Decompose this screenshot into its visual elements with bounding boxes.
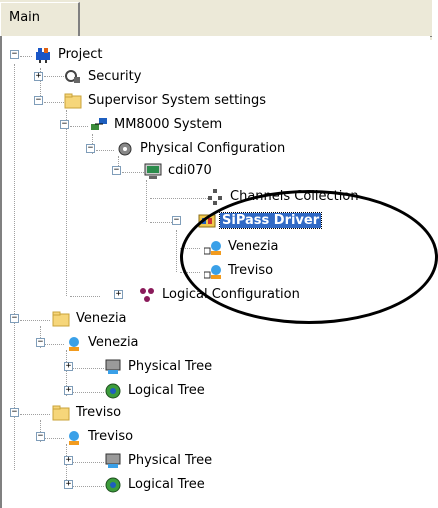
gear-icon	[118, 142, 132, 156]
tree-node-label: cdi070	[168, 163, 212, 178]
expander-expand[interactable]: +	[64, 456, 73, 465]
tree-node-label: Venezia	[88, 335, 139, 350]
tree-node-label: Logical Tree	[128, 477, 205, 492]
expander-expand[interactable]: +	[64, 480, 73, 489]
security-icon	[65, 70, 80, 83]
site-icon	[204, 265, 221, 279]
folder-icon	[52, 405, 70, 421]
tree-window: Main − Project + Security − Supervisor S…	[0, 0, 438, 508]
expander-expand[interactable]: +	[114, 290, 123, 299]
project-icon	[36, 48, 50, 63]
tree-node-label: Venezia	[228, 239, 279, 254]
tree-node-label: Supervisor System settings	[88, 93, 267, 108]
physical-tree-icon	[105, 359, 121, 374]
tree-node-label: Logical Tree	[128, 383, 205, 398]
project-tree: − Project + Security − Supervisor System…	[0, 0, 438, 508]
tree-node-label: Treviso	[76, 405, 122, 420]
expander-collapse[interactable]: −	[172, 216, 181, 225]
tree-node-label: Treviso	[228, 263, 274, 278]
folder-icon	[52, 311, 70, 327]
expander-expand[interactable]: +	[64, 362, 73, 371]
expander-collapse[interactable]: −	[10, 408, 19, 417]
tree-node-label: Physical Tree	[128, 359, 213, 374]
folder-icon	[64, 93, 82, 109]
tree-node-label: Project	[58, 47, 103, 62]
expander-collapse[interactable]: −	[10, 50, 19, 59]
expander-collapse[interactable]: −	[60, 120, 69, 129]
expander-collapse[interactable]: −	[34, 96, 43, 105]
expander-collapse[interactable]: −	[86, 144, 95, 153]
expander-expand[interactable]: +	[34, 72, 43, 81]
physical-tree-icon	[105, 453, 121, 468]
tree-node-label: Physical Tree	[128, 453, 213, 468]
expander-collapse[interactable]: −	[10, 314, 19, 323]
expander-collapse[interactable]: −	[112, 166, 121, 175]
tree-node-label: MM8000 System	[114, 117, 223, 132]
expander-expand[interactable]: +	[64, 386, 73, 395]
logical-tree-icon	[105, 383, 121, 399]
monitor-icon	[144, 163, 162, 179]
site-icon	[204, 241, 221, 255]
tree-node-label: Security	[88, 69, 142, 84]
expander-collapse[interactable]: −	[36, 338, 45, 347]
site-icon	[69, 431, 79, 445]
tree-node-label-selected: SiPass Driver	[218, 212, 323, 229]
tree-node-label: Logical Configuration	[162, 287, 300, 302]
tree-node-label: Physical Configuration	[140, 141, 286, 156]
driver-icon	[198, 214, 216, 228]
logical-config-icon	[140, 288, 154, 302]
site-icon	[69, 337, 79, 351]
expander-collapse[interactable]: −	[36, 432, 45, 441]
logical-tree-icon	[105, 477, 121, 493]
tree-node-label: Treviso	[88, 429, 134, 444]
tree-node-label: Venezia	[76, 311, 127, 326]
tree-node-label: Channels Collection	[230, 189, 359, 204]
computer-network-icon	[91, 118, 107, 130]
channels-icon	[208, 189, 222, 205]
